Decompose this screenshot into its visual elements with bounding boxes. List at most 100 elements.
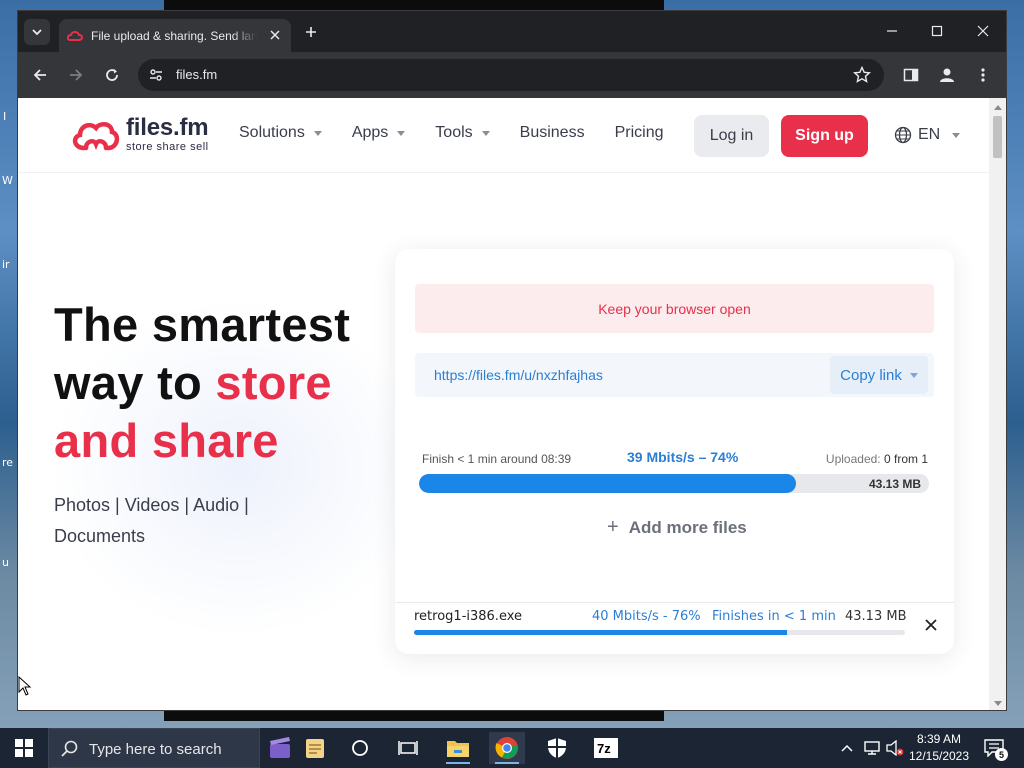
maximize-icon [931,25,943,37]
nav-item-label: Tools [435,124,473,141]
circle-icon [352,740,368,756]
shield-icon [548,738,566,758]
tab-title: File upload & sharing. Send large files [91,28,257,43]
chrome-icon [495,737,518,759]
taskbar-search-box[interactable]: Type here to search [48,728,260,768]
site-info-icon[interactable] [146,65,166,85]
task-view-button[interactable] [390,732,426,764]
hero-line-2-accent: store [215,356,332,409]
nav-item-solutions[interactable]: Solutions [239,124,322,142]
nav-item-business[interactable]: Business [520,124,585,142]
hero-title: The smartest way to store and share [54,296,350,470]
hero-line-1: The smartest [54,298,351,351]
forward-button[interactable] [65,64,87,86]
taskbar-clock[interactable]: 8:39 AM 12/15/2023 [906,731,972,765]
browser-tab-active[interactable]: File upload & sharing. Send large files [59,19,291,52]
notification-count-badge: 5 [995,748,1008,761]
upload-card: Keep your browser open https://files.fm/… [395,249,954,654]
windows-logo-icon [15,739,33,757]
chevron-down-icon [32,29,42,36]
volume-muted-icon [886,740,904,756]
scroll-thumb[interactable] [993,116,1002,158]
reload-icon [106,69,118,81]
logo-name: files.fm [126,114,209,141]
address-bar[interactable]: files.fm [138,59,884,91]
language-selector[interactable]: EN [894,126,961,144]
nav-item-tools[interactable]: Tools [435,124,490,142]
network-tray-icon[interactable] [861,728,883,768]
nav-item-label: Solutions [239,124,305,141]
bookmark-star-icon[interactable] [852,65,872,85]
new-tab-button[interactable] [301,22,321,42]
language-code: EN [918,126,941,143]
side-panel-button[interactable] [900,64,922,86]
login-button[interactable]: Log in [694,115,769,157]
browser-window: File upload & sharing. Send large files [17,10,1007,711]
globe-icon [894,126,912,144]
tab-close-icon[interactable] [267,27,283,43]
nav-item-apps[interactable]: Apps [351,124,406,142]
windows-taskbar: Type here to search 7z 8:39 AM 12/15/202… [0,728,1024,768]
cloud-logo-icon [72,121,120,150]
search-icon [61,740,78,757]
notification-center-button[interactable]: 5 [982,736,1008,761]
desktop-icon-label: ir [2,258,10,271]
profile-button[interactable] [936,64,958,86]
tab-search-button[interactable] [24,19,50,45]
nav-item-pricing[interactable]: Pricing [615,124,664,142]
file-progress-bar [414,630,905,635]
browser-toolbar: files.fm [18,52,1006,98]
keep-browser-open-notice: Keep your browser open [415,284,934,333]
signup-button[interactable]: Sign up [781,115,868,157]
share-link[interactable]: https://files.fm/u/nxzhfajhas [434,367,603,383]
copy-link-button[interactable]: Copy link [830,356,928,394]
7zip-icon: 7z [594,738,618,758]
taskbar-notes-app[interactable] [297,732,333,764]
url-text[interactable]: files.fm [176,67,217,82]
taskbar-security-app[interactable] [539,732,575,764]
page-scrollbar[interactable] [989,98,1006,710]
add-more-files-label: Add more files [628,517,747,537]
close-icon [977,25,989,37]
maximize-button[interactable] [925,21,949,41]
site-header: files.fm store share sell Solutions Apps… [18,98,991,173]
hero-subtitle: Photos | Videos | Audio | Documents [54,495,249,546]
nav-item-label: Apps [351,124,389,141]
caret-down-icon [397,130,406,136]
task-view-cortana-button[interactable] [342,732,378,764]
notepad-icon [306,739,324,758]
mouse-cursor-icon [18,676,32,696]
start-button[interactable] [8,736,40,760]
minimize-button[interactable] [880,21,904,41]
scroll-down-icon[interactable] [993,699,1002,708]
file-upload-row: retrog1-i386.exe 40 Mbits/s - 76% Finish… [395,602,954,654]
add-more-files-button[interactable]: + Add more files [607,516,747,539]
minimize-icon [887,30,897,32]
uploaded-value: 0 from 1 [883,452,928,466]
files-fm-favicon-icon [67,30,83,41]
back-button[interactable] [29,64,51,86]
total-progress-bar: 43.13 MB [419,474,929,493]
network-icon [864,741,880,755]
hero-line-2-plain: way to [54,356,216,409]
browser-menu-button[interactable] [972,64,994,86]
cancel-upload-icon[interactable] [923,617,939,633]
show-hidden-icons-button[interactable] [838,728,856,768]
scroll-up-icon[interactable] [993,102,1002,111]
arrow-right-icon [70,69,83,81]
file-speed: 40 Mbits/s - 76% [592,609,701,624]
desktop-icon-label: u [2,556,9,569]
volume-tray-icon[interactable] [884,728,906,768]
reload-button[interactable] [101,64,123,86]
folder-icon [447,741,469,757]
taskbar-file-explorer[interactable] [440,732,476,764]
clapperboard-icon [270,737,290,758]
desktop-icon-label: W [2,174,13,187]
taskbar-media-app[interactable] [262,732,298,764]
files-fm-logo[interactable]: files.fm store share sell [70,116,209,153]
search-placeholder: Type here to search [89,741,222,758]
close-window-button[interactable] [971,21,995,41]
taskbar-7zip[interactable]: 7z [588,732,624,764]
file-size: 43.13 MB [845,609,907,624]
taskbar-chrome[interactable] [489,732,525,764]
